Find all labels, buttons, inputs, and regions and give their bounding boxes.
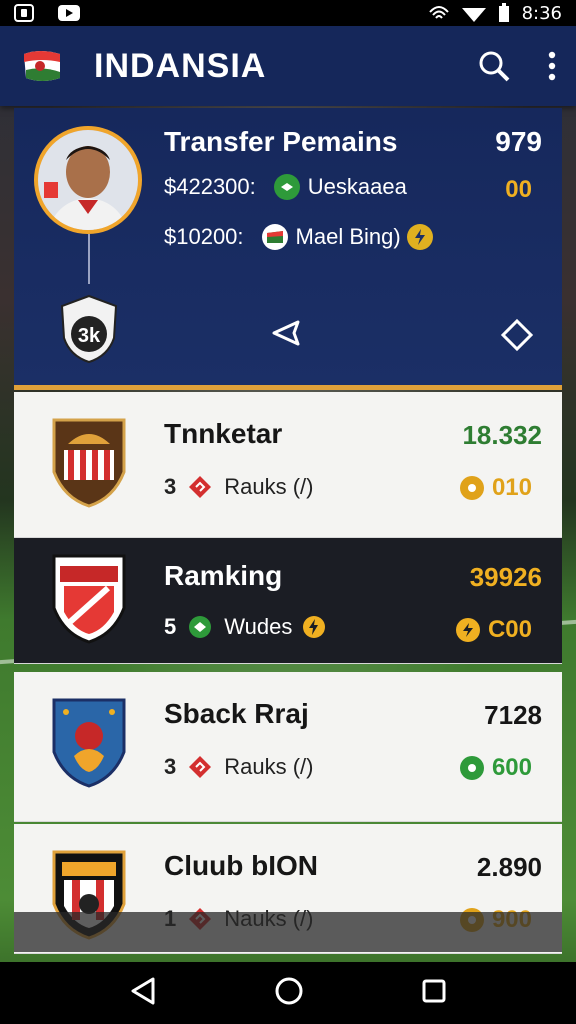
flag-logo-icon[interactable] [20, 46, 66, 86]
search-button[interactable] [478, 50, 510, 82]
coin-icon [455, 618, 480, 642]
lightning-icon [406, 224, 433, 250]
more-vert-icon [548, 51, 556, 81]
home-button[interactable] [274, 976, 304, 1011]
home-circle-icon [275, 977, 303, 1004]
team-score: 2.890 [476, 852, 542, 882]
team-name: Tnnketar [164, 418, 283, 449]
player-portrait [38, 130, 138, 230]
previous-button[interactable] [270, 318, 304, 353]
transfer-player-name: Mael Bing) [295, 224, 401, 249]
team-card[interactable]: Sback Rraj 7128 3 Rauks (/) 600 [14, 672, 562, 822]
feature-title: Transfer Pemains [164, 126, 398, 157]
lightning-icon [303, 616, 326, 638]
team-name: Ramking [164, 560, 283, 591]
team-score: 7128 [484, 700, 542, 730]
green-badge-icon [189, 616, 212, 638]
team-rank: 3 Rauks (/) [164, 754, 314, 780]
bottom-fade-overlay [14, 912, 562, 952]
search-icon [479, 51, 510, 82]
team-card[interactable]: Ramking 39926 5 Wudes C00 [14, 538, 562, 664]
status-bar: 8:36 [0, 0, 576, 26]
transfer-amount: $10200: [164, 224, 244, 249]
rank-number: 3 [164, 754, 177, 779]
app-header: INDANSIA [0, 26, 576, 106]
rank-number: 5 [164, 614, 177, 639]
rank-label: Wudes [224, 614, 293, 639]
team-score: 18.332 [462, 420, 542, 450]
club-crest-icon [52, 698, 126, 788]
rank-number: 3 [164, 474, 177, 499]
back-triangle-icon [131, 977, 155, 1004]
team-stat: C00 [455, 616, 532, 644]
club-crest-icon [52, 418, 126, 508]
transfer-row-1[interactable]: $422300: Ueskaaea [164, 174, 407, 200]
flag-mini-icon [261, 224, 288, 250]
shield-badge-icon[interactable]: 3k [58, 294, 120, 364]
club-crest-icon [52, 554, 126, 644]
team-card[interactable]: Tnnketar 18.332 3 Rauks (/) 010 [14, 392, 562, 538]
battery-icon [498, 3, 509, 22]
app-title: INDANSIA [94, 46, 267, 85]
badge-text: 3k [78, 325, 101, 347]
red-diamond-icon [189, 476, 212, 498]
team-green-icon [273, 174, 300, 200]
transfer-feature-card[interactable]: 3k Transfer Pemains 979 $422300: Ueskaae… [14, 108, 562, 390]
more-options-button[interactable] [500, 318, 534, 357]
youtube-icon [58, 5, 80, 21]
team-stat: 600 [459, 754, 532, 782]
avatar-connector [88, 234, 90, 284]
stat-value: 010 [491, 474, 532, 501]
rank-label: Rauks (/) [224, 754, 314, 779]
recents-square-icon [422, 979, 446, 1002]
transfer-value: 00 [505, 176, 532, 203]
wifi-icon [461, 8, 486, 22]
clock: 8:36 [521, 2, 562, 24]
signal-icon [428, 6, 449, 19]
feature-count: 979 [495, 126, 542, 157]
rank-label: Rauks (/) [224, 474, 314, 499]
back-button[interactable] [129, 976, 157, 1011]
transfer-amount: $422300: [164, 174, 256, 199]
team-name: Cluub bION [164, 850, 318, 881]
system-navigation-bar [0, 962, 576, 1024]
recents-button[interactable] [421, 978, 447, 1009]
team-stat: 010 [459, 474, 532, 502]
coin-icon [459, 756, 484, 780]
transfer-player-name: Ueskaaea [307, 174, 407, 199]
team-rank: 3 Rauks (/) [164, 474, 314, 500]
overflow-menu-button[interactable] [548, 50, 556, 82]
player-avatar[interactable] [34, 126, 142, 234]
back-arrow-icon [272, 320, 300, 346]
team-score: 39926 [469, 562, 542, 592]
diamond-icon [500, 318, 534, 352]
stat-value: 600 [491, 754, 532, 781]
notification-app-icon [14, 4, 34, 22]
transfer-row-2[interactable]: $10200: Mael Bing) [164, 224, 441, 250]
red-diamond-icon [189, 756, 212, 778]
coin-icon [459, 476, 484, 500]
team-rank: 5 Wudes [164, 614, 338, 640]
team-name: Sback Rraj [164, 698, 309, 729]
stat-value: C00 [487, 616, 532, 643]
